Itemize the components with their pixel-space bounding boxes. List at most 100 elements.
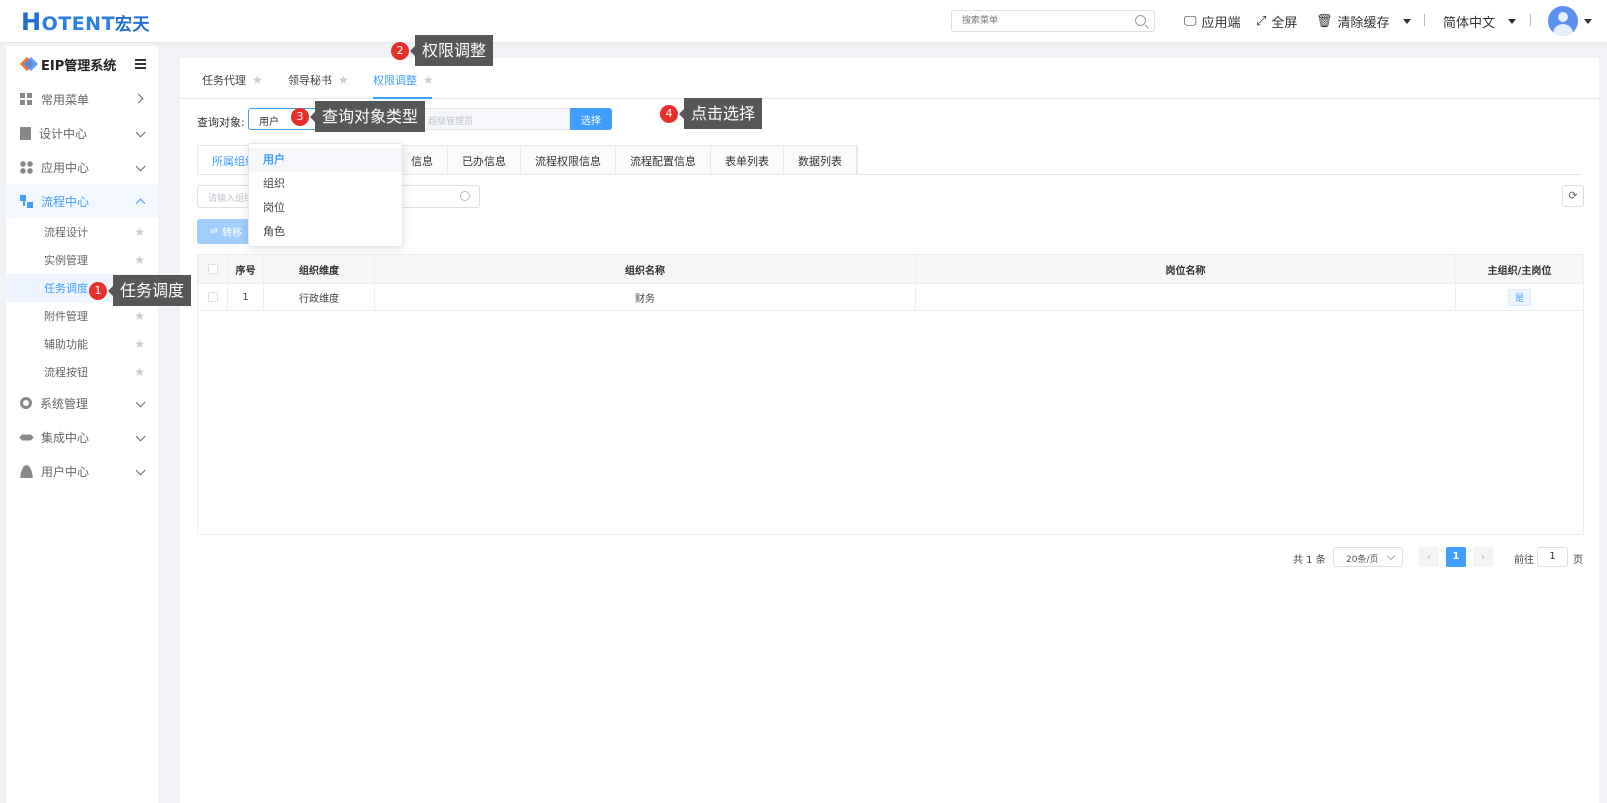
logo-text: OTENT (41, 13, 116, 35)
star-icon[interactable]: ★ (134, 254, 145, 266)
submenu-process-design[interactable]: 流程设计 ★ (6, 218, 158, 246)
prev-page-button[interactable]: ‹ (1419, 547, 1439, 567)
user-avatar[interactable] (1548, 6, 1578, 36)
option-org[interactable]: 组织 (249, 172, 402, 196)
top-header: H OTENT 宏天 🖵 应用端 ⤢ 全屏 🗑 清除缓存 简体中文 (0, 0, 1607, 43)
language-select[interactable]: 简体中文 (1443, 12, 1517, 31)
menu-design-center[interactable]: 设计中心 (6, 116, 158, 150)
clear-cache-button[interactable]: 🗑 清除缓存 (1316, 12, 1411, 31)
org-table: 序号 组织维度 组织名称 岗位名称 主组织/主岗位 1 行政维度 财务 是 (197, 254, 1584, 535)
row-checkbox[interactable] (207, 292, 218, 302)
star-icon[interactable]: ★ (423, 73, 434, 87)
cell-dimension: 行政维度 (264, 284, 375, 310)
chevron-down-icon (135, 161, 146, 172)
submenu-auxiliary-functions[interactable]: 辅助功能 ★ (6, 330, 158, 358)
hotent-logo[interactable]: H OTENT 宏天 (21, 8, 150, 36)
pagination: 共 1 条 20条/页 ‹ 1 › 前往 1 页 (180, 545, 1599, 569)
menu-integration-center[interactable]: 集成中心 (6, 420, 158, 454)
basket-icon: 🗑 (1316, 14, 1333, 29)
page-size-select[interactable]: 20条/页 (1333, 547, 1403, 567)
col-index: 序号 (228, 255, 264, 283)
tab-label: 领导秘书 (288, 74, 332, 87)
header-divider (1424, 14, 1425, 26)
chevron-left-icon: ‹ (1426, 550, 1432, 563)
chevron-down-icon (135, 431, 146, 442)
transfer-button[interactable]: ⇌ 转移 (197, 219, 255, 244)
search-icon[interactable] (460, 191, 470, 201)
search-icon[interactable] (1135, 15, 1146, 26)
query-object-label: 查询对象: (197, 116, 245, 129)
grid-icon (20, 92, 33, 106)
callout-text: 点击选择 (678, 98, 763, 129)
cell-position (916, 284, 1456, 310)
menu-search-box[interactable] (951, 10, 1155, 32)
gear-icon (20, 397, 32, 409)
user-icon (20, 464, 33, 478)
star-icon[interactable]: ★ (252, 73, 263, 87)
logo-letter: H (21, 8, 42, 36)
filter-placeholder: 请输入组织 (208, 194, 254, 204)
submenu-attachment-management[interactable]: 附件管理 ★ (6, 302, 158, 330)
menu-search-input[interactable] (952, 11, 1122, 31)
option-user[interactable]: 用户 (249, 148, 402, 172)
page-number[interactable]: 1 (1446, 547, 1466, 567)
eip-logo-icon (20, 57, 34, 71)
app-client-button[interactable]: 🖵 应用端 (1184, 12, 1241, 31)
avatar-caret-icon[interactable] (1584, 19, 1592, 24)
tab-leader-secretary[interactable]: 领导秘书 ★ (288, 72, 349, 88)
logo-cn: 宏天 (115, 15, 151, 35)
callout-4: 4 点击选择 (660, 98, 763, 129)
tab-permission-adjust[interactable]: 权限调整 ★ (373, 72, 434, 88)
tab-label: 任务代理 (202, 74, 246, 87)
menu-label: 系统管理 (40, 396, 89, 411)
header-divider (1530, 14, 1531, 26)
option-role[interactable]: 角色 (249, 220, 402, 244)
next-page-button[interactable]: › (1473, 547, 1493, 567)
star-icon[interactable]: ★ (134, 338, 145, 350)
menu-common[interactable]: 常用菜单 (6, 82, 158, 116)
star-icon[interactable]: ★ (134, 310, 145, 322)
app-client-label: 应用端 (1201, 16, 1241, 31)
menu-system-management[interactable]: 系统管理 (6, 386, 158, 420)
refresh-icon: ⟳ (1568, 189, 1578, 202)
star-icon[interactable]: ★ (134, 366, 145, 378)
tab-process-permission-info[interactable]: 流程权限信息 (521, 146, 616, 175)
submenu-instance-management[interactable]: 实例管理 ★ (6, 246, 158, 274)
sidebar: EIP管理系统 常用菜单 设计中心 应用中心 流程中心 流程设计 ★ 实例管理 … (6, 46, 158, 803)
tab-done-info[interactable]: 已办信息 (448, 146, 521, 175)
option-position[interactable]: 岗位 (249, 196, 402, 220)
star-icon[interactable]: ★ (338, 73, 349, 87)
menu-fold-icon[interactable] (135, 59, 146, 69)
select-all-checkbox[interactable] (207, 264, 218, 274)
menu-label: 用户中心 (41, 464, 90, 479)
caret-down-icon (1508, 19, 1517, 24)
swap-icon: ⇌ (209, 226, 219, 237)
document-icon (20, 126, 31, 140)
submenu-process-buttons[interactable]: 流程按钮 ★ (6, 358, 158, 386)
goto-page-input[interactable]: 1 (1537, 547, 1568, 567)
menu-process-center[interactable]: 流程中心 (6, 184, 158, 218)
tab-process-config-info[interactable]: 流程配置信息 (616, 146, 711, 175)
tab-task-agent[interactable]: 任务代理 ★ (202, 72, 263, 88)
col-org-name: 组织名称 (375, 255, 916, 283)
refresh-button[interactable]: ⟳ (1562, 185, 1584, 207)
star-icon[interactable]: ★ (134, 226, 145, 238)
total-count: 共 1 条 (1293, 555, 1326, 566)
table-row[interactable]: 1 行政维度 财务 是 (198, 284, 1583, 311)
tab-form-list[interactable]: 表单列表 (711, 146, 784, 175)
menu-user-center[interactable]: 用户中心 (6, 454, 158, 488)
callout-number: 1 (89, 281, 107, 300)
menu-app-center[interactable]: 应用中心 (6, 150, 158, 184)
caret-down-icon (1402, 19, 1411, 24)
tab-data-list[interactable]: 数据列表 (784, 146, 857, 175)
col-position-name: 岗位名称 (916, 255, 1456, 283)
query-object-input[interactable]: 超级管理员 (418, 108, 570, 130)
main-org-tag: 是 (1507, 288, 1531, 306)
cell-main-org: 是 (1456, 284, 1583, 310)
callout-number: 2 (391, 41, 409, 60)
select-button[interactable]: 选择 (570, 108, 612, 130)
fullscreen-button[interactable]: ⤢ 全屏 (1256, 12, 1297, 31)
system-title: EIP管理系统 (6, 46, 158, 82)
callout-text: 查询对象类型 (309, 101, 426, 132)
apps-icon (20, 160, 33, 174)
